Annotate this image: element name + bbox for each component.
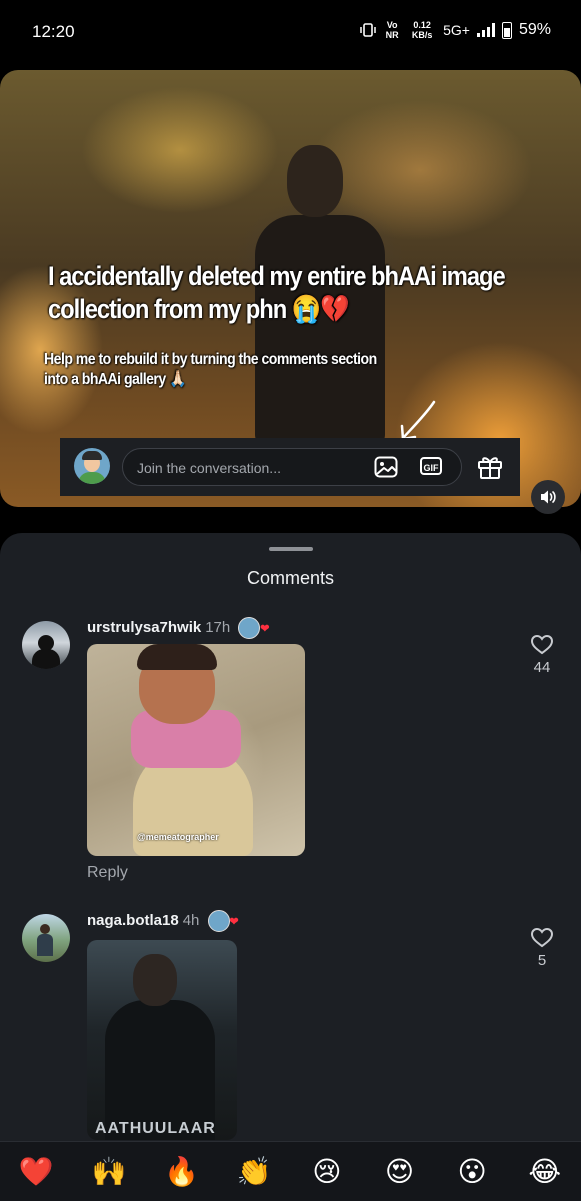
comment-username[interactable]: naga.botla18 bbox=[87, 912, 179, 929]
reply-button[interactable]: Reply bbox=[87, 864, 128, 882]
emoji-heart-button[interactable]: ❤️ bbox=[6, 1142, 66, 1201]
status-time: 12:20 bbox=[32, 22, 75, 41]
sheet-title: Comments bbox=[246, 568, 335, 588]
emoji-raised-hands-button[interactable]: 🙌 bbox=[79, 1142, 139, 1201]
compose-field: GIF bbox=[122, 448, 462, 487]
comment-header: urstrulysa7hwik 17h ❤ bbox=[87, 617, 269, 639]
status-bar: 12:20 Vo NR 0.12 KB/s 5G+ 59% bbox=[0, 0, 581, 62]
emoji-crying-button[interactable]: 😢 bbox=[297, 1142, 357, 1201]
avatar[interactable] bbox=[22, 914, 70, 962]
poster-title: AATHUULAAR bbox=[95, 1120, 216, 1137]
avatar bbox=[74, 448, 110, 484]
gif-button[interactable]: GIF bbox=[420, 457, 442, 475]
comment-time: 4h bbox=[182, 911, 200, 929]
comment-header: naga.botla18 4h ❤ bbox=[87, 910, 239, 932]
like-control: 44 bbox=[527, 635, 557, 676]
emoji-heart-eyes-button[interactable]: 😍 bbox=[369, 1142, 429, 1201]
network-speed: 0.12 KB/s bbox=[411, 20, 433, 40]
emoji-fire-button[interactable]: 🔥 bbox=[152, 1142, 212, 1201]
creator-liked-badge: ❤ bbox=[207, 910, 239, 932]
comment-username[interactable]: urstrulysa7hwik bbox=[87, 619, 201, 636]
comment-image[interactable]: AATHUULAAR bbox=[87, 940, 237, 1140]
comment-item: urstrulysa7hwik 17h ❤ @memeatographer Rep… bbox=[0, 617, 581, 881]
image-watermark: @memeatographer bbox=[137, 832, 219, 842]
image-icon[interactable] bbox=[374, 456, 398, 478]
comment-input[interactable] bbox=[135, 449, 359, 487]
heart-outline-icon[interactable] bbox=[531, 635, 553, 655]
status-icons: Vo NR 0.12 KB/s 5G+ 59% bbox=[360, 20, 551, 40]
video-caption-headline: I accidentally deleted my entire bhAAi i… bbox=[48, 261, 506, 324]
like-control: 5 bbox=[527, 928, 557, 969]
gift-icon[interactable] bbox=[476, 452, 504, 480]
heart-icon: ❤ bbox=[260, 623, 270, 635]
battery-percent: 59% bbox=[518, 21, 551, 38]
video-player[interactable]: I accidentally deleted my entire bhAAi i… bbox=[0, 70, 581, 507]
emoji-clap-button[interactable]: 👏 bbox=[224, 1142, 284, 1201]
battery-icon bbox=[501, 21, 512, 39]
speaker-icon bbox=[541, 490, 556, 504]
sheet-drag-handle[interactable] bbox=[269, 547, 313, 551]
signal-icon bbox=[476, 23, 495, 37]
emoji-laughing-button[interactable]: 😂 bbox=[515, 1142, 575, 1201]
heart-icon: ❤ bbox=[229, 916, 239, 928]
video-caption-subtext: Help me to rebuild it by turning the com… bbox=[44, 351, 377, 388]
quick-emoji-bar: ❤️ 🙌 🔥 👏 😢 😍 😮 😂 bbox=[0, 1141, 581, 1201]
comment-image[interactable]: @memeatographer bbox=[87, 644, 305, 856]
comment-composer: GIF bbox=[60, 438, 520, 496]
heart-outline-icon[interactable] bbox=[531, 928, 553, 948]
creator-liked-badge: ❤ bbox=[238, 617, 269, 639]
volte-indicator: Vo NR bbox=[385, 20, 399, 40]
comment-time: 17h bbox=[205, 618, 231, 636]
like-count: 5 bbox=[537, 952, 547, 969]
emoji-surprised-button[interactable]: 😮 bbox=[442, 1142, 502, 1201]
sound-toggle-button[interactable] bbox=[531, 480, 565, 514]
avatar[interactable] bbox=[22, 621, 70, 669]
like-count: 44 bbox=[533, 659, 551, 676]
comments-sheet: Comments urstrulysa7hwik 17h ❤ @memeatogr… bbox=[0, 533, 581, 1200]
comment-item: naga.botla18 4h ❤ AATHUULAAR 5 bbox=[0, 910, 581, 1140]
vibrate-icon bbox=[360, 23, 376, 37]
network-type: 5G+ bbox=[443, 22, 470, 38]
